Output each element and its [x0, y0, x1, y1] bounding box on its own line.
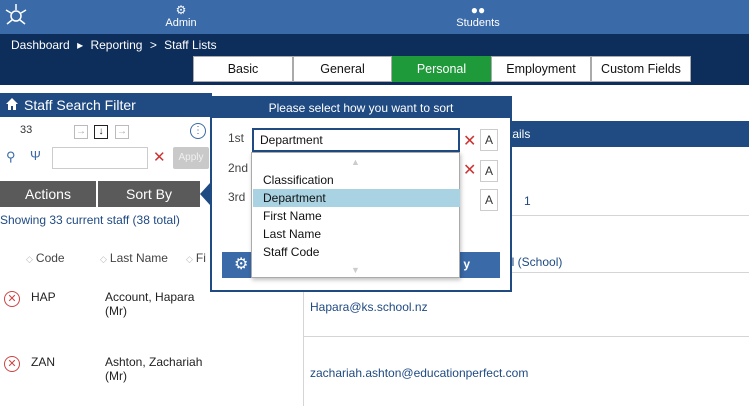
more-options-icon[interactable]: ⋮	[190, 123, 206, 139]
sort-arrows-icon: ◇	[186, 254, 193, 264]
column-header-code[interactable]: ◇ Code	[26, 251, 65, 265]
clear-sort-2nd-icon[interactable]: ✕	[463, 163, 476, 179]
breadcrumb-separator-icon: ▸	[77, 38, 84, 52]
breadcrumb-staff-lists: Staff Lists	[164, 38, 217, 52]
column-header-first-name[interactable]: ◇ Fi	[186, 251, 206, 265]
sort-apply-label: y	[463, 257, 470, 271]
row-code: ZAN	[31, 355, 55, 369]
admin-icon: ⚙	[175, 3, 187, 17]
actions-button[interactable]: Actions	[0, 181, 96, 207]
download-icon[interactable]: ↓	[94, 125, 108, 139]
dropdown-option-classification[interactable]: Classification	[253, 171, 460, 189]
details-header-text: tails	[509, 127, 531, 141]
apply-button[interactable]: Apply	[173, 147, 209, 169]
staff-search-filter-title: Staff Search Filter	[24, 97, 136, 113]
breadcrumb-separator: >	[149, 38, 157, 52]
email-value[interactable]: zachariah.ashton@educationperfect.com	[310, 366, 528, 380]
sort-arrows-icon: ◇	[26, 254, 33, 264]
tab-employment[interactable]: Employment	[491, 56, 591, 82]
sort-direction-1st-button[interactable]: A	[480, 129, 498, 151]
tab-general[interactable]: General	[293, 56, 392, 82]
school-logo-icon	[5, 4, 27, 25]
gear-icon[interactable]: ⚙	[234, 256, 248, 274]
page-number[interactable]: 1	[524, 194, 531, 208]
remove-row-icon[interactable]: ✕	[4, 356, 20, 372]
search-icon[interactable]: ⚲	[6, 149, 16, 165]
import-icon[interactable]: →	[74, 125, 88, 139]
sort-label-1st: 1st	[228, 131, 245, 145]
showing-count-text: Showing 33 current staff (38 total)	[0, 213, 180, 227]
home-icon	[6, 98, 18, 110]
sort-label-2nd: 2nd	[228, 161, 249, 175]
divider	[303, 336, 749, 337]
scroll-up-icon[interactable]: ▲	[252, 157, 459, 167]
sort-direction-3rd-button[interactable]: A	[480, 189, 498, 211]
sort-1st-select[interactable]: Department	[252, 128, 460, 152]
remove-row-icon[interactable]: ✕	[4, 291, 20, 307]
tab-personal[interactable]: Personal	[392, 56, 491, 82]
column-first-name-label: Fi	[195, 251, 206, 265]
top-nav-bar: ⚙ Admin ●● Students	[0, 0, 749, 34]
nav-admin-label: Admin	[165, 17, 197, 29]
dropdown-option-department[interactable]: Department	[253, 189, 460, 207]
tab-basic[interactable]: Basic	[193, 56, 293, 82]
breadcrumb-bar: Dashboard ▸ Reporting > Staff Lists Basi…	[0, 34, 749, 85]
sort-field-dropdown: ▲ Classification Department First Name L…	[251, 152, 460, 278]
export-icon[interactable]: →	[115, 125, 129, 139]
column-code-label: Code	[35, 251, 65, 265]
staff-search-filter-header[interactable]: Staff Search Filter	[0, 93, 212, 117]
email-value[interactable]: Hapara@ks.school.nz	[310, 300, 428, 314]
dropdown-option-first-name[interactable]: First Name	[253, 207, 460, 225]
sort-pointer-arrow	[200, 183, 210, 205]
breadcrumb-reporting[interactable]: Reporting	[90, 38, 142, 52]
sort-label-3rd: 3rd	[228, 190, 246, 204]
nav-admin[interactable]: ⚙ Admin	[163, 3, 199, 29]
column-email-school[interactable]: il (School)	[509, 255, 562, 269]
row-code: HAP	[31, 290, 56, 304]
scroll-down-icon[interactable]: ▼	[252, 265, 459, 275]
clear-filter-icon[interactable]: ✕	[153, 148, 166, 166]
staff-count: 33	[20, 124, 33, 136]
dropdown-option-staff-code[interactable]: Staff Code	[253, 243, 460, 261]
breadcrumb: Dashboard ▸ Reporting > Staff Lists	[11, 38, 221, 52]
nav-students[interactable]: ●● Students	[454, 3, 502, 29]
sort-direction-2nd-button[interactable]: A	[480, 160, 498, 182]
sort-by-button[interactable]: Sort By	[98, 181, 200, 207]
column-header-last-name[interactable]: ◇ Last Name	[100, 251, 168, 265]
staff-search-panel: Staff Search Filter 33 → ↓ → ⋮ ⚲ Ψ ✕ App…	[0, 93, 212, 406]
filter-icon-row: 33 → ↓ → ⋮	[0, 123, 212, 143]
nav-students-label: Students	[456, 17, 500, 29]
clear-sort-1st-icon[interactable]: ✕	[463, 134, 476, 150]
column-last-name-label: Last Name	[109, 251, 168, 265]
sort-dialog-title: Please select how you want to sort	[212, 98, 510, 118]
row-name[interactable]: Account, Hapara (Mr)	[105, 290, 212, 318]
filter-tree-icon[interactable]: Ψ	[30, 148, 41, 163]
filter-input[interactable]	[52, 147, 148, 169]
sort-arrows-icon: ◇	[100, 254, 107, 264]
tab-custom-fields[interactable]: Custom Fields	[591, 56, 691, 82]
breadcrumb-dashboard[interactable]: Dashboard	[11, 38, 70, 52]
students-icon: ●●	[470, 3, 486, 17]
row-name[interactable]: Ashton, Zachariah (Mr)	[105, 355, 212, 383]
dropdown-option-last-name[interactable]: Last Name	[253, 225, 460, 243]
